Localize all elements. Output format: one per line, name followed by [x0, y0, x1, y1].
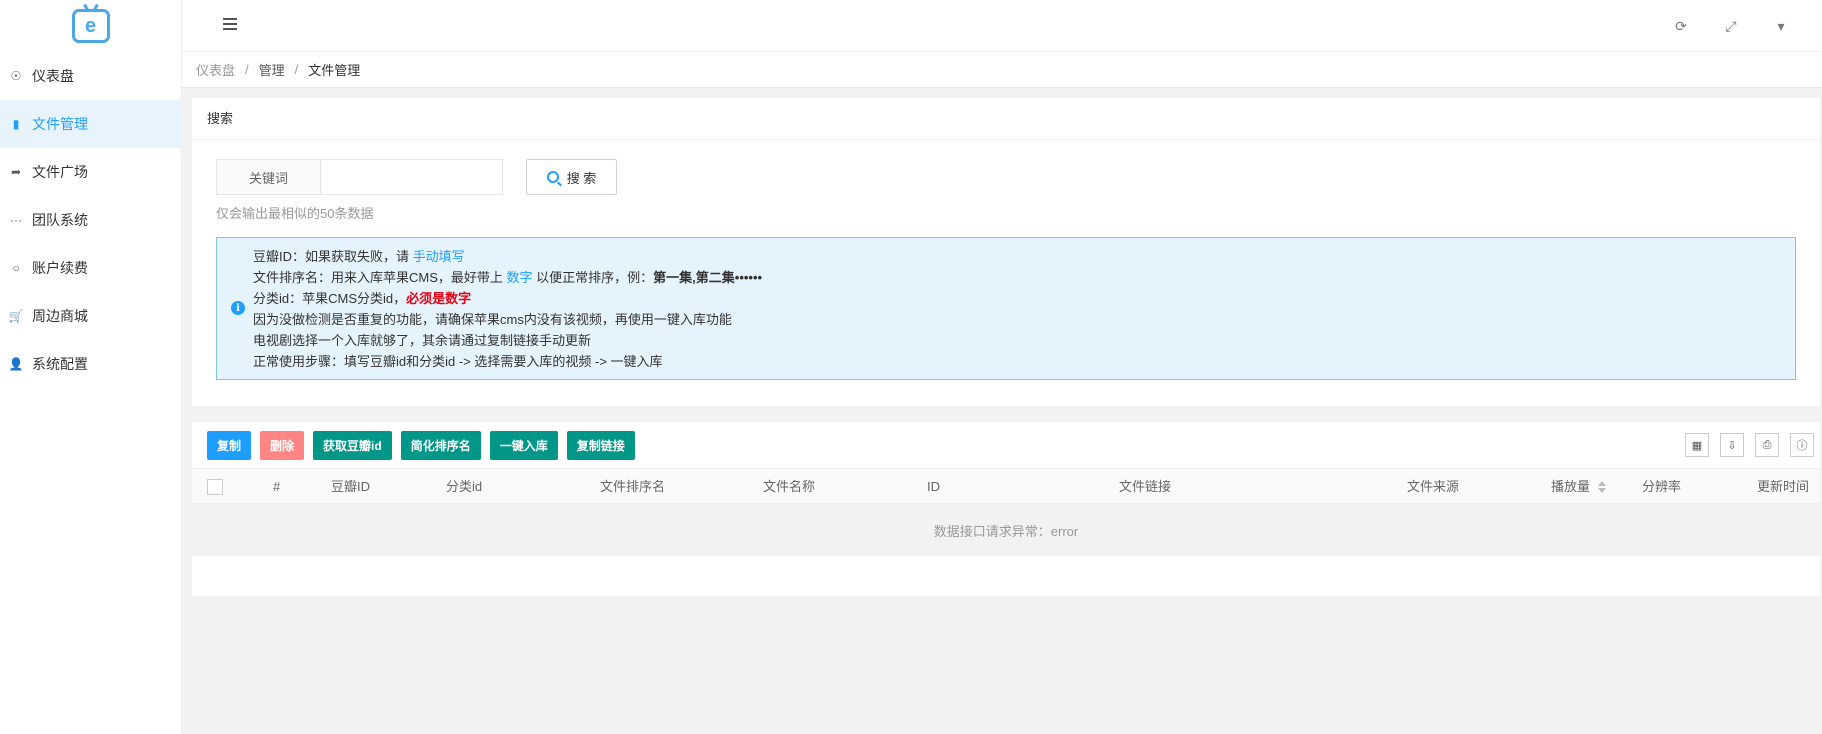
logo-letter: e — [84, 14, 97, 37]
header-actions: ⟳ ⤢ ▾ — [1656, 14, 1806, 38]
notice-line: 豆瓣ID：如果获取失败，请 手动填写 — [253, 246, 1795, 267]
breadcrumb-current: 文件管理 — [308, 63, 361, 78]
sidebar-item-5[interactable]: 🛒 周边商城 — [0, 292, 181, 340]
tv-logo-icon: e — [71, 9, 110, 43]
column-file-source[interactable]: 文件来源 — [1407, 469, 1459, 505]
copy-button[interactable]: 复制 — [207, 431, 252, 460]
sidebar-item-3[interactable]: ··· 团队系统 — [0, 196, 181, 244]
logo[interactable]: e — [0, 0, 181, 52]
notice-text: 以便正常排序，例： — [532, 270, 654, 285]
notice-line: 因为没做检测是否重复的功能，请确保苹果cms内没有该视频，再使用一键入库功能 — [253, 312, 732, 327]
keyword-label: 关键词 — [216, 159, 321, 195]
column-category-id[interactable]: 分类id — [446, 469, 482, 505]
one-click-import-button[interactable]: 一键入库 — [489, 431, 558, 460]
circle-icon: ○ — [12, 261, 20, 275]
sidebar-item-label: 仪表盘 — [32, 68, 74, 84]
info-icon[interactable]: ⓘ — [1790, 433, 1814, 457]
notice-line: 电视剧选择一个入库就够了，其余请通过复制链接手动更新 — [253, 333, 592, 348]
notice-line: 分类id：苹果CMS分类id，必须是数字 — [253, 288, 1795, 309]
column-updated-time[interactable]: 更新时间 — [1757, 469, 1809, 505]
fetch-douban-id-button[interactable]: 获取豆瓣id — [313, 431, 392, 460]
search-button-label: 搜 索 — [566, 170, 597, 186]
play-count-label: 播放量 — [1551, 479, 1591, 494]
sidebar-nav: ☉ 仪表盘 ▮ 文件管理 ➦ 文件广场 ··· 团队系统 ○ 账户续费 🛒 周边商城 👤 系统配置 — [0, 52, 181, 388]
table-tools: ▦ ⇩ ⎙ ⓘ — [1685, 433, 1814, 457]
notice-line: 文件排序名：用来入库苹果CMS，最好带上 数字 以便正常排序，例：第一集,第二集… — [253, 267, 1795, 288]
keyword-input[interactable] — [321, 159, 503, 195]
notice-box: i 豆瓣ID：如果获取失败，请 手动填写 文件排序名：用来入库苹果CMS，最好带… — [216, 237, 1796, 380]
table-card: 复制 删除 获取豆瓣id 简化排序名 一键入库 复制链接 ▦ ⇩ ⎙ ⓘ # 豆… — [192, 422, 1820, 596]
copy-link-button[interactable]: 复制链接 — [566, 431, 635, 460]
notice-text: 文件排序名：用来入库苹果CMS，最好带上 — [253, 270, 507, 285]
dashboard-icon: ☉ — [10, 69, 22, 83]
sidebar-item-label: 账户续费 — [32, 260, 88, 276]
notice-line: 正常使用步骤：填写豆瓣id和分类id -> 选择需要入库的视频 -> 一键入库 — [253, 354, 663, 369]
menu-toggle-icon[interactable] — [223, 18, 237, 30]
sidebar-item-1[interactable]: ▮ 文件管理 — [0, 100, 181, 148]
delete-button[interactable]: 删除 — [260, 431, 305, 460]
top-header: ⟳ ⤢ ▾ — [182, 0, 1822, 52]
sidebar-item-label: 系统配置 — [32, 356, 88, 372]
notice-text: 豆瓣ID：如果获取失败，请 — [253, 249, 413, 264]
column-file-link[interactable]: 文件链接 — [1119, 469, 1171, 505]
column-sort-name[interactable]: 文件排序名 — [600, 469, 665, 505]
column-index: # — [273, 479, 281, 494]
column-douban-id[interactable]: 豆瓣ID — [331, 469, 370, 505]
breadcrumb-separator: / — [294, 62, 299, 77]
search-row: 关键词 搜 索 — [216, 159, 617, 195]
breadcrumb: 仪表盘 / 管理 / 文件管理 — [182, 52, 1822, 88]
breadcrumb-manage[interactable]: 管理 — [259, 60, 285, 79]
user-icon: 👤 — [8, 357, 24, 371]
search-icon — [546, 171, 559, 183]
sidebar-item-0[interactable]: ☉ 仪表盘 — [0, 52, 181, 100]
dropdown-icon[interactable]: ▾ — [1756, 14, 1806, 38]
print-icon[interactable]: ⎙ — [1755, 433, 1779, 457]
dots-icon: ··· — [10, 213, 22, 227]
sidebar-item-4[interactable]: ○ 账户续费 — [0, 244, 181, 292]
columns-icon[interactable]: ▦ — [1685, 433, 1709, 457]
sidebar-item-2[interactable]: ➦ 文件广场 — [0, 148, 181, 196]
share-icon: ➦ — [10, 165, 22, 179]
notice-warning: 必须是数字 — [406, 291, 472, 306]
search-hint: 仅会输出最相似的50条数据 — [216, 206, 374, 221]
refresh-icon[interactable]: ⟳ — [1656, 14, 1706, 38]
file-icon: ▮ — [12, 117, 20, 131]
simplify-sort-name-button[interactable]: 简化排序名 — [400, 431, 481, 460]
notice-example: 第一集,第二集•••••• — [653, 270, 763, 285]
sidebar-item-6[interactable]: 👤 系统配置 — [0, 340, 181, 388]
search-card: 搜索 关键词 搜 索 仅会输出最相似的50条数据 i 豆瓣ID：如果获取失败，请… — [192, 98, 1820, 406]
info-icon: i — [231, 301, 245, 315]
table-empty-message: 数据接口请求异常：error — [192, 504, 1820, 556]
sidebar-item-label: 周边商城 — [32, 308, 88, 324]
sidebar-item-label: 文件管理 — [32, 116, 88, 132]
sidebar: e ☉ 仪表盘 ▮ 文件管理 ➦ 文件广场 ··· 团队系统 ○ 账户续费 🛒 周边商城 👤 系统配置 — [0, 0, 182, 734]
sidebar-item-label: 团队系统 — [32, 212, 88, 228]
column-file-name[interactable]: 文件名称 — [763, 469, 815, 505]
search-card-title: 搜索 — [192, 98, 1820, 140]
breadcrumb-home[interactable]: 仪表盘 — [196, 60, 235, 79]
manual-fill-link[interactable]: 手动填写 — [413, 249, 465, 264]
sidebar-item-label: 文件广场 — [32, 164, 88, 180]
table-toolbar: 复制 删除 获取豆瓣id 简化排序名 一键入库 复制链接 — [207, 431, 635, 460]
column-id[interactable]: ID — [927, 469, 940, 505]
column-resolution[interactable]: 分辨率 — [1642, 469, 1681, 505]
select-all-checkbox[interactable] — [207, 479, 223, 495]
table-header: # 豆瓣ID 分类id 文件排序名 文件名称 ID 文件链接 文件来源 播放量 … — [192, 468, 1820, 504]
fullscreen-icon[interactable]: ⤢ — [1706, 14, 1756, 38]
notice-text: 分类id：苹果CMS分类id， — [253, 291, 407, 306]
notice-highlight: 数字 — [506, 270, 533, 285]
column-play-count[interactable]: 播放量 — [1551, 469, 1607, 505]
breadcrumb-separator: / — [245, 62, 249, 77]
sort-icon[interactable] — [1598, 480, 1607, 493]
cart-icon: 🛒 — [8, 309, 24, 323]
export-icon[interactable]: ⇩ — [1720, 433, 1744, 457]
search-button[interactable]: 搜 索 — [526, 159, 617, 195]
